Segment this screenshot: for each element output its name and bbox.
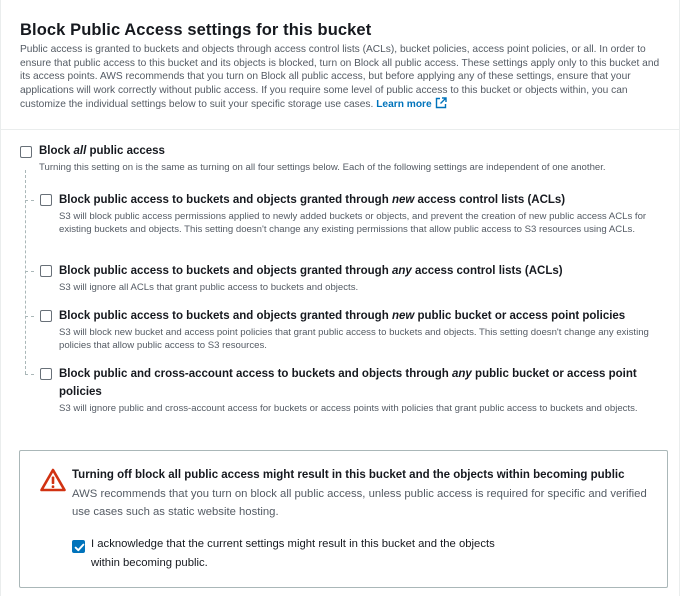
block-any-acls-label[interactable]: Block public access to buckets and objec… xyxy=(59,262,563,280)
external-link-icon[interactable] xyxy=(435,97,447,109)
option-label-pre: Block public access to buckets and objec… xyxy=(59,310,392,322)
block-all-label-em: all xyxy=(73,145,87,157)
option-label-pre: Block public access to buckets and objec… xyxy=(59,265,392,277)
block-any-policies-description: S3 will ignore public and cross-account … xyxy=(59,403,638,414)
block-all-label[interactable]: Block all public access xyxy=(39,142,165,160)
block-new-acls-label[interactable]: Block public access to buckets and objec… xyxy=(59,191,565,209)
block-any-acls-checkbox[interactable] xyxy=(40,265,52,277)
header-description-text: Public access is granted to buckets and … xyxy=(20,44,660,111)
acknowledge-label[interactable]: I acknowledge that the current settings … xyxy=(91,535,511,573)
block-all-checkbox[interactable] xyxy=(20,146,32,158)
option-label-pre: Block public access to buckets and objec… xyxy=(59,194,392,206)
option-label-post: public bucket or access point policies xyxy=(414,310,626,322)
option-label-pre: Block public and cross-account access to… xyxy=(59,368,453,380)
option-label-em: new xyxy=(391,194,415,206)
option-label-em: new xyxy=(391,310,415,322)
page-title: Block Public Access settings for this bu… xyxy=(20,21,372,39)
block-public-access-panel: Block Public Access settings for this bu… xyxy=(0,0,680,596)
block-all-label-pre: Block xyxy=(39,145,74,157)
learn-more-link[interactable]: Learn more xyxy=(376,97,447,110)
tree-branch xyxy=(25,200,34,201)
option-label-post: access control lists (ACLs) xyxy=(411,265,563,277)
block-new-policies-label[interactable]: Block public access to buckets and objec… xyxy=(59,307,625,325)
option-label-em: any xyxy=(391,265,412,277)
tree-branch xyxy=(25,271,34,272)
learn-more-label[interactable]: Learn more xyxy=(376,99,431,110)
public-access-warning: Turning off block all public access migh… xyxy=(19,450,668,588)
block-all-label-post: public access xyxy=(86,145,165,157)
header-description: Public access is granted to buckets and … xyxy=(20,43,670,112)
panel-header: Block Public Access settings for this bu… xyxy=(1,0,680,130)
warning-text: AWS recommends that you turn on block al… xyxy=(72,488,647,518)
block-any-policies-label[interactable]: Block public and cross-account access to… xyxy=(59,365,659,401)
block-new-acls-description: S3 will block public access permissions … xyxy=(59,211,647,236)
block-new-policies-description: S3 will block new bucket and access poin… xyxy=(59,327,649,352)
block-new-policies-checkbox[interactable] xyxy=(40,310,52,322)
warning-title: Turning off block all public access migh… xyxy=(72,469,625,481)
block-new-acls-checkbox[interactable] xyxy=(40,194,52,206)
warning-triangle-icon xyxy=(40,468,66,492)
option-label-post: access control lists (ACLs) xyxy=(414,194,566,206)
tree-branch xyxy=(25,374,34,375)
option-label-em: any xyxy=(452,368,472,380)
block-any-policies-checkbox[interactable] xyxy=(40,368,52,380)
check-icon xyxy=(74,543,85,552)
acknowledge-checkbox[interactable] xyxy=(72,540,85,553)
block-all-description: Turning this setting on is the same as t… xyxy=(39,162,606,173)
block-any-acls-description: S3 will ignore all ACLs that grant publi… xyxy=(59,282,359,293)
tree-branch xyxy=(25,316,34,317)
